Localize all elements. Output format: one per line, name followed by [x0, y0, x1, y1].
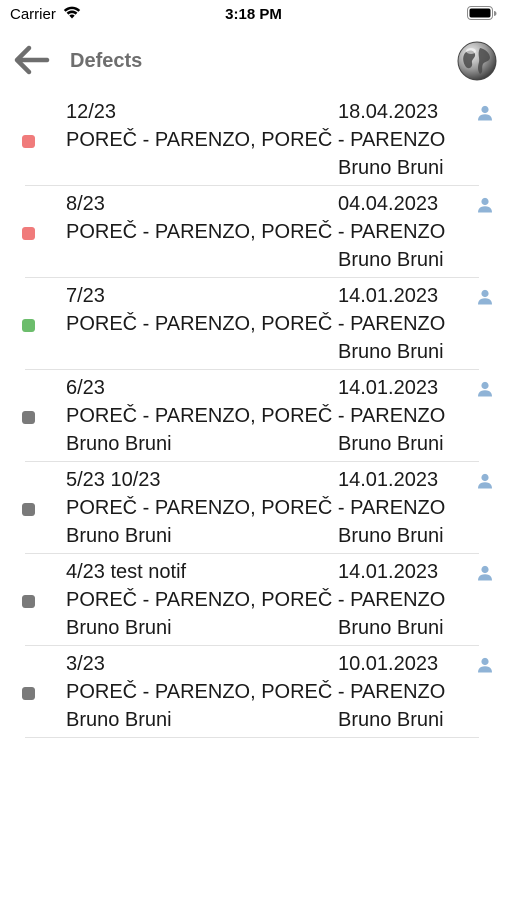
status-indicator — [22, 135, 35, 148]
defect-date: 14.01.2023 — [338, 469, 439, 491]
defect-location: POREČ - PARENZO, POREČ - PARENZO — [66, 497, 446, 519]
user-icon — [476, 564, 494, 582]
defect-assignee: Bruno Bruni — [338, 249, 444, 271]
defect-number: 4/23 test notif — [66, 561, 187, 583]
defect-date: 14.01.2023 — [338, 561, 439, 583]
page-title: Defects — [70, 50, 143, 72]
defect-number: 7/23 — [66, 285, 105, 307]
defect-date: 14.01.2023 — [338, 285, 439, 307]
navigation-bar: Defects — [0, 36, 507, 86]
defect-row[interactable]: 3/23 10.01.2023 POREČ - PARENZO, POREČ - P… — [0, 646, 507, 738]
status-indicator — [22, 411, 35, 424]
back-button[interactable] — [12, 42, 52, 78]
back-arrow-icon — [14, 45, 50, 75]
user-icon — [476, 380, 494, 398]
user-icon — [476, 656, 494, 674]
user-icon — [476, 104, 494, 122]
status-indicator — [22, 687, 35, 700]
status-bar: Carrier 3:18 PM — [0, 0, 507, 30]
defect-location: POREČ - PARENZO, POREČ - PARENZO — [66, 589, 446, 611]
defect-number: 3/23 — [66, 653, 105, 675]
defect-row[interactable]: 12/23 18.04.2023 POREČ - PARENZO, POREČ - … — [0, 94, 507, 186]
user-icon — [476, 472, 494, 490]
defect-reporter: Bruno Bruni — [66, 617, 172, 639]
clock: 3:18 PM — [225, 6, 282, 23]
defect-reporter: Bruno Bruni — [66, 433, 172, 455]
globe-button[interactable] — [456, 40, 498, 82]
defect-assignee: Bruno Bruni — [338, 525, 444, 547]
defect-location: POREČ - PARENZO, POREČ - PARENZO — [66, 129, 446, 151]
defect-row[interactable]: 6/23 14.01.2023 POREČ - PARENZO, POREČ - P… — [0, 370, 507, 462]
defect-list: 12/23 18.04.2023 POREČ - PARENZO, POREČ - … — [0, 94, 507, 738]
defect-location: POREČ - PARENZO, POREČ - PARENZO — [66, 681, 446, 703]
status-indicator — [22, 503, 35, 516]
defect-assignee: Bruno Bruni — [338, 433, 444, 455]
defect-location: POREČ - PARENZO, POREČ - PARENZO — [66, 221, 446, 243]
defect-row[interactable]: 5/23 10/23 14.01.2023 POREČ - PARENZO, POR… — [0, 462, 507, 554]
defect-date: 18.04.2023 — [338, 101, 439, 123]
defect-reporter: Bruno Bruni — [66, 709, 172, 731]
defect-number: 12/23 — [66, 101, 117, 123]
status-indicator — [22, 319, 35, 332]
globe-icon — [457, 41, 497, 81]
defect-assignee: Bruno Bruni — [338, 709, 444, 731]
defect-location: POREČ - PARENZO, POREČ - PARENZO — [66, 313, 446, 335]
user-icon — [476, 288, 494, 306]
defect-row[interactable]: 8/23 04.04.2023 POREČ - PARENZO, POREČ - P… — [0, 186, 507, 278]
defect-location: POREČ - PARENZO, POREČ - PARENZO — [66, 405, 446, 427]
defect-number: 5/23 10/23 — [66, 469, 161, 491]
defect-date: 14.01.2023 — [338, 377, 439, 399]
defect-reporter: Bruno Bruni — [66, 525, 172, 547]
defect-number: 6/23 — [66, 377, 105, 399]
user-icon — [476, 196, 494, 214]
defect-date: 10.01.2023 — [338, 653, 439, 675]
defect-date: 04.04.2023 — [338, 193, 439, 215]
status-indicator — [22, 595, 35, 608]
status-indicator — [22, 227, 35, 240]
defect-assignee: Bruno Bruni — [338, 341, 444, 363]
defect-row[interactable]: 7/23 14.01.2023 POREČ - PARENZO, POREČ - P… — [0, 278, 507, 370]
battery-icon — [467, 6, 497, 26]
defect-row[interactable]: 4/23 test notif 14.01.2023 POREČ - PARENZO… — [0, 554, 507, 646]
defect-number: 8/23 — [66, 193, 105, 215]
defect-assignee: Bruno Bruni — [338, 617, 444, 639]
defect-assignee: Bruno Bruni — [338, 157, 444, 179]
